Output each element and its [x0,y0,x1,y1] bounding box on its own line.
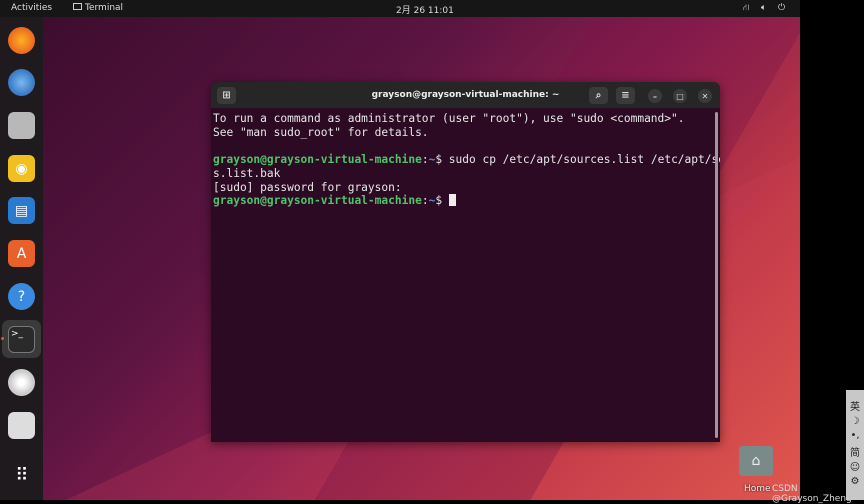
terminal-dock-icon[interactable]: >_ [8,326,35,353]
files-icon[interactable] [8,112,35,139]
minimize-button[interactable]: – [648,89,662,103]
disc-icon[interactable] [8,369,35,396]
output-line: To run a command as administrator (user … [213,112,685,125]
power-icon[interactable]: ⏻ [778,3,785,13]
home-folder-icon[interactable]: ⌂ [739,446,773,476]
terminal-icon [73,3,82,10]
help-icon[interactable]: ? [8,283,35,310]
command-wrap: s.list.bak [213,166,281,180]
thunderbird-icon[interactable] [8,69,35,96]
maximize-button[interactable]: □ [673,89,687,103]
dock: ◉ ▤ A ? >_ ⠿ [0,17,43,500]
ime-language-toggle[interactable]: 英 [850,398,860,413]
scrollbar[interactable] [715,112,718,438]
rhythmbox-icon[interactable]: ◉ [8,155,35,182]
simplified-toggle[interactable]: 简 [850,444,860,459]
top-bar: Activities Terminal 2月 26 11:01 ⛙ 🔈︎ ⏻ [0,0,800,17]
close-button[interactable]: ✕ [698,89,712,103]
writer-icon[interactable]: ▤ [8,197,35,224]
app-name: Terminal [85,3,124,13]
command-line: grayson@grayson-virtual-machine:~$ sudo … [213,153,720,167]
terminal-app-menu[interactable]: Terminal [73,3,123,13]
prompt-sep: : [421,194,429,208]
software-icon[interactable]: A [8,240,35,267]
disk-icon[interactable] [8,412,35,439]
moon-icon[interactable]: ☽ [851,416,860,427]
volume-icon[interactable]: 🔈︎ [761,3,766,13]
firefox-icon[interactable] [8,27,35,54]
current-prompt: grayson@grayson-virtual-machine:~$ [213,194,718,208]
running-indicator [1,337,4,340]
punctuation-toggle[interactable]: •, [850,430,859,441]
prompt-sep: : [421,153,429,167]
clock[interactable]: 2月 26 11:01 [396,3,454,16]
prompt-dollar: $ [435,153,449,167]
activities-button[interactable]: Activities [11,3,52,13]
ime-panel: 英 ☽ •, 简 ☺ ⚙ [846,390,864,500]
emoji-icon[interactable]: ☺ [850,462,860,473]
sudo-prompt: [sudo] password for grayson: [213,180,402,194]
prompt-user-host: grayson@grayson-virtual-machine [213,194,422,208]
home-folder-label[interactable]: Home [744,484,771,494]
search-button[interactable]: ⌕ [589,87,608,104]
prompt-dollar: $ [435,194,449,208]
cursor [448,194,456,207]
window-title: grayson@grayson-virtual-machine: ~ [371,90,560,100]
settings-icon[interactable]: ⚙ [851,476,860,487]
output-line: See "man sudo_root" for details. [213,125,429,139]
show-apps-icon[interactable]: ⠿ [8,462,35,489]
terminal-window[interactable]: ⊞ grayson@grayson-virtual-machine: ~ ⌕ ≡… [211,82,720,442]
network-icon[interactable]: ⛙ [743,3,749,14]
terminal-headerbar[interactable]: ⊞ grayson@grayson-virtual-machine: ~ ⌕ ≡… [211,82,720,108]
menu-button[interactable]: ≡ [616,87,635,104]
terminal-output[interactable]: To run a command as administrator (user … [211,108,720,212]
command-text: sudo cp /etc/apt/sources.list /etc/apt/s… [448,153,720,167]
prompt-user-host: grayson@grayson-virtual-machine [213,153,422,167]
